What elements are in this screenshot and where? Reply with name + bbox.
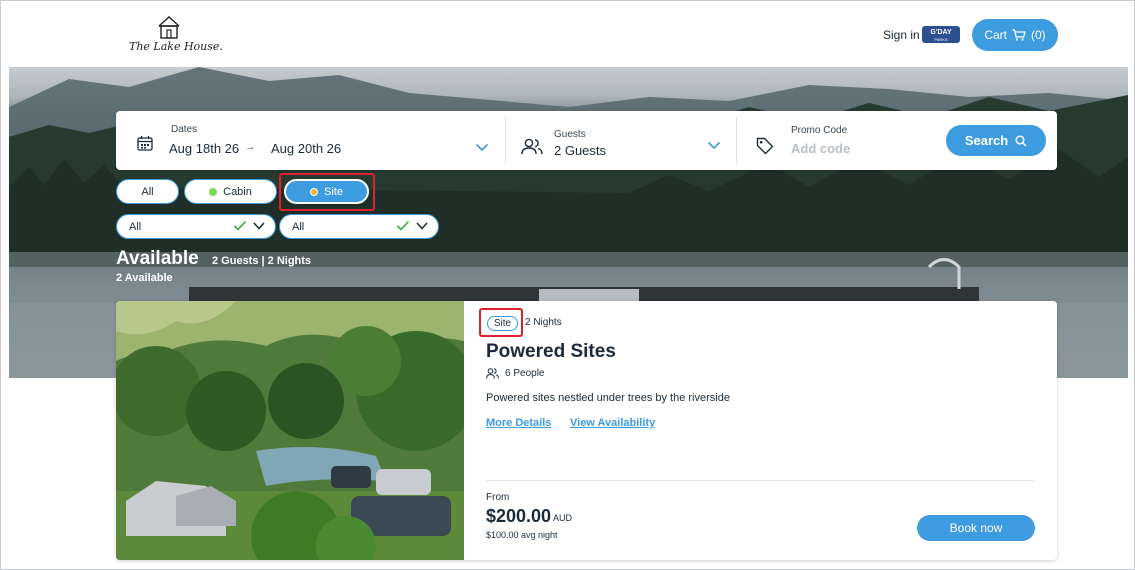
guests-label: Guests: [554, 129, 586, 140]
gday-badge-main: G'DAY: [930, 29, 952, 36]
guests-value: 2 Guests: [554, 143, 607, 158]
guests-selector[interactable]: Guests 2 Guests: [506, 111, 736, 170]
avg-night-price: $100.00 avg night: [486, 530, 558, 540]
date-from: Aug 18th 26: [169, 141, 240, 156]
site-pill-highlight: [279, 173, 375, 211]
cart-label: Cart: [984, 28, 1007, 42]
promo-input[interactable]: Add code: [791, 141, 850, 156]
availability-title: Available: [116, 248, 199, 269]
book-now-button[interactable]: Book now: [917, 515, 1035, 541]
site-header: The Lake House. Sign in G'DAY PARKS Cart…: [9, 7, 1128, 67]
card-title[interactable]: Powered Sites: [486, 341, 616, 363]
chevron-down-icon: [253, 222, 265, 230]
dates-label: Dates: [171, 124, 198, 135]
filter-select-value: All: [292, 220, 305, 233]
chevron-down-icon: [475, 143, 489, 152]
availability-count: 2 Available: [116, 272, 173, 284]
search-bar: Dates Aug 18th 26 → Aug 20th 26 Guests 2…: [116, 111, 1057, 170]
gday-parks-badge[interactable]: G'DAY PARKS: [922, 26, 960, 43]
cart-icon: [1012, 29, 1026, 41]
site-logo[interactable]: The Lake House.: [129, 14, 223, 62]
app-window: The Lake House. Sign in G'DAY PARKS Cart…: [0, 0, 1135, 570]
campsite-photo[interactable]: [116, 301, 464, 560]
tag-icon: [756, 137, 774, 155]
price-currency: AUD: [553, 513, 573, 523]
people-icon: [521, 138, 543, 155]
date-to: Aug 20th 26: [271, 141, 342, 156]
people-count: 6 People: [505, 368, 545, 379]
filter-pill-label: All: [141, 185, 154, 198]
logo-text: The Lake House.: [129, 40, 223, 53]
people-icon: [486, 368, 499, 379]
chevron-down-icon: [416, 222, 428, 230]
nights-count: 2 Nights: [525, 317, 562, 328]
search-button[interactable]: Search: [946, 125, 1046, 156]
house-logo-icon: [158, 16, 180, 39]
promo-code-field[interactable]: Promo Code Add code: [737, 111, 937, 170]
filter-select-2[interactable]: All: [279, 214, 439, 239]
check-icon: [396, 220, 410, 231]
sign-in-link[interactable]: Sign in: [883, 28, 920, 42]
site-badge-highlight: [479, 308, 523, 337]
card-divider: [486, 480, 1035, 481]
cabin-dot-icon: [209, 187, 218, 196]
check-icon: [233, 220, 247, 231]
date-arrow: →: [245, 142, 255, 153]
chevron-down-icon: [707, 141, 721, 150]
result-card: Site 2 Nights Powered Sites 6 People Pow…: [116, 301, 1057, 560]
card-description: Powered sites nestled under trees by the…: [486, 392, 730, 404]
cart-count: (0): [1031, 28, 1046, 42]
calendar-icon: [137, 136, 153, 151]
search-button-label: Search: [964, 133, 1009, 148]
price-value: $200.00: [486, 506, 552, 526]
filter-select-1[interactable]: All: [116, 214, 276, 239]
campsite-scene: [116, 301, 464, 560]
filter-pill-label: Cabin: [223, 185, 252, 198]
availability-meta: 2 Guests | 2 Nights: [212, 255, 312, 267]
promo-label: Promo Code: [791, 125, 848, 136]
from-label: From: [486, 492, 510, 503]
dates-selector[interactable]: Dates Aug 18th 26 → Aug 20th 26: [116, 111, 505, 170]
view-availability-link[interactable]: View Availability: [570, 417, 655, 429]
filter-select-value: All: [129, 220, 142, 233]
more-details-link[interactable]: More Details: [486, 417, 551, 429]
capacity-info: 6 People: [486, 368, 544, 379]
cart-button[interactable]: Cart (0): [972, 19, 1058, 51]
filter-pill-cabin[interactable]: Cabin: [184, 179, 277, 204]
gday-badge-sub: PARKS: [934, 37, 948, 42]
search-icon: [1015, 134, 1027, 147]
filter-pill-all[interactable]: All: [116, 179, 179, 204]
